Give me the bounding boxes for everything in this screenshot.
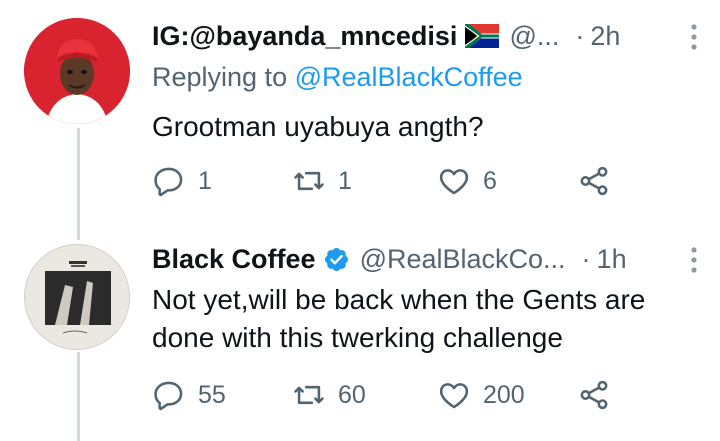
avatar-illustration-icon — [24, 18, 130, 124]
like-count: 200 — [483, 380, 525, 409]
replying-to-prefix: Replying to — [152, 62, 288, 92]
timestamp[interactable]: 1h — [597, 244, 627, 275]
avatar[interactable] — [24, 244, 130, 350]
heart-icon — [439, 383, 469, 409]
like-button[interactable]: 6 — [437, 161, 497, 201]
retweet-button[interactable]: 1 — [292, 161, 352, 201]
replying-to-mention[interactable]: @RealBlackCoffee — [295, 62, 523, 92]
display-name[interactable]: IG:@bayanda_mncedisi — [152, 21, 457, 52]
handle[interactable]: @RealBlackCo... — [360, 244, 566, 275]
reply-button[interactable]: 1 — [152, 161, 212, 201]
timestamp[interactable]: 2h — [590, 21, 620, 52]
reply-count: 1 — [198, 166, 212, 195]
tweet-header: IG:@bayanda_mncedisi @... · 2h — [152, 16, 702, 56]
reply-button[interactable]: 55 — [152, 375, 226, 415]
retweet-icon — [294, 385, 324, 405]
replying-to: Replying to @RealBlackCoffee — [152, 62, 523, 93]
heart-icon — [439, 169, 469, 195]
retweet-count: 60 — [338, 380, 366, 409]
share-icon — [580, 380, 608, 410]
tweet-2[interactable]: Black Coffee @RealBlackCo... · 1h Not ye… — [0, 235, 720, 441]
south-africa-flag-icon — [465, 24, 500, 48]
like-count: 6 — [483, 166, 497, 195]
retweet-count: 1 — [338, 166, 352, 195]
avatar[interactable] — [24, 18, 130, 124]
separator-dot: · — [581, 243, 591, 274]
more-options-icon[interactable] — [690, 24, 698, 50]
tweet-text: Not yet,will be back when the Gents are … — [152, 284, 646, 353]
verified-badge-icon — [324, 247, 348, 271]
tweet-header: Black Coffee @RealBlackCo... · 1h — [152, 239, 702, 279]
tweet-actions: 55 60 200 — [152, 375, 672, 415]
tweet-actions: 1 1 6 — [152, 161, 672, 201]
display-name[interactable]: Black Coffee — [152, 244, 316, 275]
reply-icon — [154, 381, 183, 411]
reply-count: 55 — [198, 380, 226, 409]
retweet-button[interactable]: 60 — [292, 375, 366, 415]
handle[interactable]: @... — [509, 21, 559, 52]
reply-icon — [154, 167, 183, 197]
share-icon — [580, 166, 608, 196]
separator-dot: · — [575, 20, 585, 51]
avatar-album-art-icon — [25, 245, 129, 349]
share-button[interactable] — [577, 375, 623, 415]
retweet-icon — [294, 171, 324, 191]
more-options-icon[interactable] — [690, 247, 698, 273]
like-button[interactable]: 200 — [437, 375, 525, 415]
tweet-text: Grootman uyabuya angth? — [152, 111, 484, 142]
share-button[interactable] — [577, 161, 623, 201]
tweet-1[interactable]: IG:@bayanda_mncedisi @... · 2h Replying … — [0, 0, 720, 235]
